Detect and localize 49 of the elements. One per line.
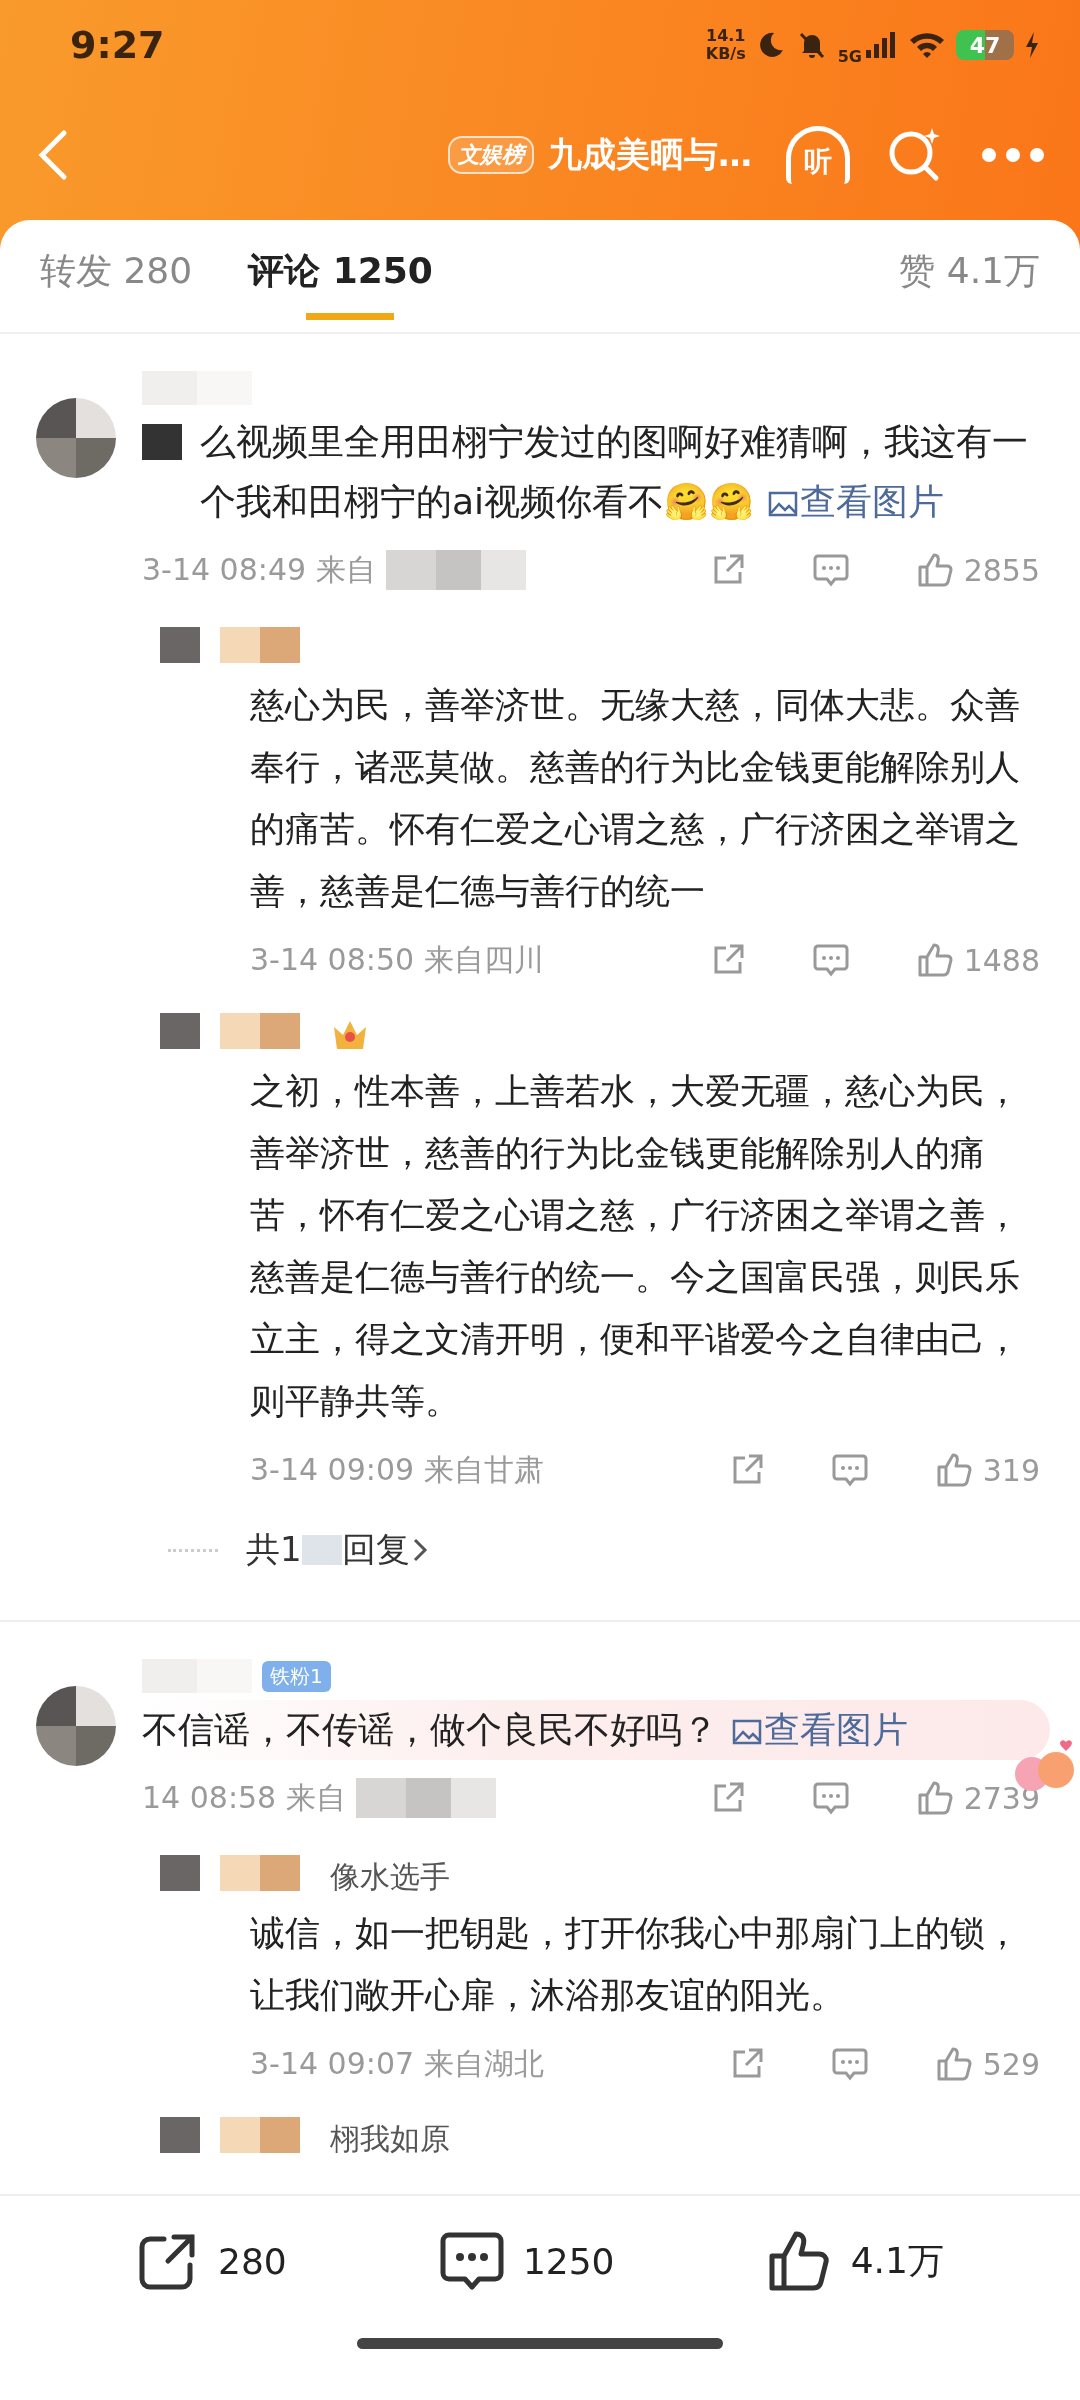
tab[interactable]: 转发 280 (40, 232, 193, 320)
comment-text: 么视频里全用田栩宁发过的图啊好难猜啊，我这有一个我和田栩宁的ai视频你看不🤗🤗 查看图片 (200, 420, 1029, 524)
comment-icon[interactable] (811, 1780, 850, 1816)
reply-time: 3-14 09:07 来自湖北 (250, 2044, 544, 2083)
mosaic-patch (142, 424, 182, 460)
wifi-icon (908, 30, 946, 60)
tab[interactable]: 赞 4.1万 (899, 232, 1040, 320)
reply-text: 诚信，如一把钥匙，打开你我心中那扇门上的锁，让我们敞开心扉，沐浴那友谊的阳光。 (250, 1912, 1021, 2017)
avatar[interactable] (36, 398, 116, 478)
comment-icon[interactable] (830, 2046, 869, 2082)
like-count: 319 (982, 1452, 1040, 1488)
comment-icon[interactable] (830, 1452, 869, 1488)
repost-button[interactable]: 280 (136, 2229, 287, 2293)
reply-time: 3-14 08:50 来自四川 (250, 940, 544, 979)
mosaic-patch (301, 1535, 342, 1565)
like-count: 529 (982, 2046, 1040, 2082)
more-replies-link[interactable]: 共1 (246, 1527, 302, 1573)
thread-line (168, 1548, 218, 1552)
reply-text: 慈心为民，善举济世。无缘大慈，同体大悲。众善奉行，诸恶莫做。慈善的行为比金钱更能解除别人的痛苦。怀有仁爱之心谓之慈，广行济困之举谓之善，慈善是仁德与善行的统一 (250, 684, 1021, 913)
page-title: 九成美晒与… (548, 133, 752, 176)
reply-time: 3-14 09:09 来自甘肃 (250, 1450, 544, 1489)
battery-icon: 47 (956, 30, 1014, 60)
like-count: 2739 (963, 1780, 1040, 1816)
comment-icon[interactable] (811, 942, 850, 978)
hot-badge: 文娱榜 (448, 136, 534, 174)
network-type: 5G (837, 46, 862, 66)
comment-time: 3-14 08:49 来自 (142, 550, 376, 589)
image-icon (768, 491, 799, 517)
network-speed: 14.1 KB/s (705, 27, 746, 63)
signal-icon (864, 30, 898, 60)
image-icon (732, 1719, 762, 1745)
charging-icon (1024, 30, 1040, 60)
comment-button[interactable]: 1250 (438, 2229, 615, 2293)
avatar[interactable] (36, 1686, 116, 1766)
like-count: 2855 (963, 552, 1040, 588)
status-time: 9:27 (70, 23, 165, 67)
more-icon[interactable] (980, 145, 1046, 165)
user-name[interactable]: 像水选手 (330, 1856, 450, 1898)
comment-text: 不信谣，不传谣，做个良民不好吗？ 查看图片 (142, 1708, 909, 1752)
comment-time: 14 08:58 来自 (142, 1778, 346, 1817)
comment-icon[interactable] (811, 552, 850, 588)
more-replies-link[interactable]: 回复 (341, 1527, 410, 1573)
view-image-link[interactable]: 查看图片 (732, 1709, 908, 1750)
reply-text: 之初，性本善，上善若水，大爱无疆，慈心为民，善举济世，慈善的行为比金钱更能解除别人的痛苦，怀有仁爱之心谓之慈，广行济困之举谓之善，慈善是仁德与善行的统一。今之国富民强，则民乐立主，得之文清开明，便和平谐爱今之自律由己，则平静共等。 (250, 1070, 1021, 1423)
fan-badge: 铁粉1 (262, 1660, 331, 1692)
user-name[interactable]: 栩我如原 (330, 2118, 450, 2160)
like-count: 1488 (963, 942, 1040, 978)
view-image-link[interactable]: 查看图片 (768, 481, 945, 522)
like-button[interactable]: 4.1万 (766, 2228, 944, 2294)
